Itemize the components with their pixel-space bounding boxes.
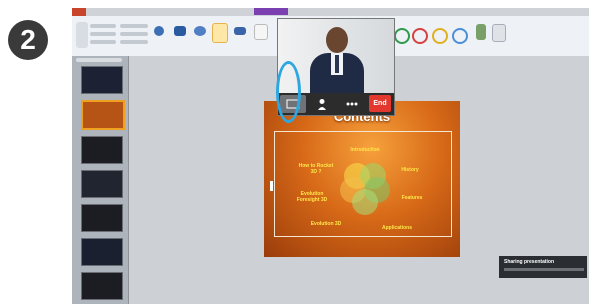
- ribbon-button[interactable]: [492, 24, 506, 42]
- current-slide[interactable]: Contents Introduction History How to Roc…: [264, 101, 460, 257]
- slide-thumbnail[interactable]: [81, 204, 123, 232]
- ribbon-clipboard-group[interactable]: [90, 24, 116, 28]
- smartart-icon[interactable]: [394, 28, 410, 44]
- presenter-icon: [318, 99, 326, 110]
- presenter-head: [326, 27, 348, 53]
- file-tab[interactable]: [72, 8, 86, 16]
- ribbon-paste-button[interactable]: [76, 22, 88, 48]
- panel-tabs[interactable]: [76, 58, 122, 62]
- ribbon-button[interactable]: [174, 26, 186, 36]
- smartart-icon[interactable]: [412, 28, 428, 44]
- slide-thumbnail[interactable]: [81, 170, 123, 198]
- ribbon-button[interactable]: [476, 24, 486, 40]
- notification-title: Sharing presentation: [504, 259, 555, 265]
- ribbon-button[interactable]: [234, 27, 246, 35]
- topic-label: Evolution Foresight 3D: [296, 191, 328, 203]
- slide-thumbnail-panel: [72, 56, 129, 304]
- topic-label: Introduction: [350, 147, 380, 153]
- topic-label: How to Rocket 3D ?: [298, 163, 334, 175]
- ribbon-button[interactable]: [194, 26, 206, 36]
- ribbon-button[interactable]: [154, 26, 164, 36]
- slide-thumbnail[interactable]: [81, 238, 123, 266]
- title-bar: [72, 8, 589, 16]
- more-options-button[interactable]: [339, 95, 365, 113]
- step-number-badge: 2: [8, 20, 48, 60]
- ribbon-slides-group[interactable]: [120, 32, 148, 36]
- slide-thumbnail[interactable]: [81, 272, 123, 300]
- topic-label: Applications: [381, 225, 412, 231]
- powerpoint-window: Contents Introduction History How to Roc…: [72, 8, 589, 304]
- contextual-tab[interactable]: [254, 8, 288, 15]
- topic-label: History: [401, 167, 419, 173]
- presenter-tie: [335, 55, 339, 73]
- highlight-circle: [276, 61, 301, 123]
- ribbon-slides-group[interactable]: [120, 40, 148, 44]
- topic-label: Evolution 3D: [310, 221, 342, 227]
- notification-detail: [504, 268, 584, 271]
- resize-handle[interactable]: [270, 181, 273, 191]
- slide-thumbnail-selected[interactable]: [81, 100, 125, 130]
- ribbon-button-selected[interactable]: [212, 23, 228, 43]
- venn-circle: [352, 189, 378, 215]
- sharing-notification[interactable]: Sharing presentation: [499, 256, 587, 278]
- participants-button[interactable]: [309, 95, 335, 113]
- end-call-button[interactable]: End: [369, 95, 391, 112]
- smartart-icon[interactable]: [452, 28, 468, 44]
- ribbon-clipboard-group[interactable]: [90, 32, 116, 36]
- ribbon-button[interactable]: [254, 24, 268, 40]
- slide-thumbnail[interactable]: [81, 136, 123, 164]
- ribbon-slides-group[interactable]: [120, 24, 148, 28]
- topic-label: Features: [401, 195, 423, 201]
- slide-thumbnail[interactable]: [81, 66, 123, 94]
- more-icon: [346, 102, 358, 106]
- ribbon-clipboard-group[interactable]: [90, 40, 116, 44]
- smartart-icon[interactable]: [432, 28, 448, 44]
